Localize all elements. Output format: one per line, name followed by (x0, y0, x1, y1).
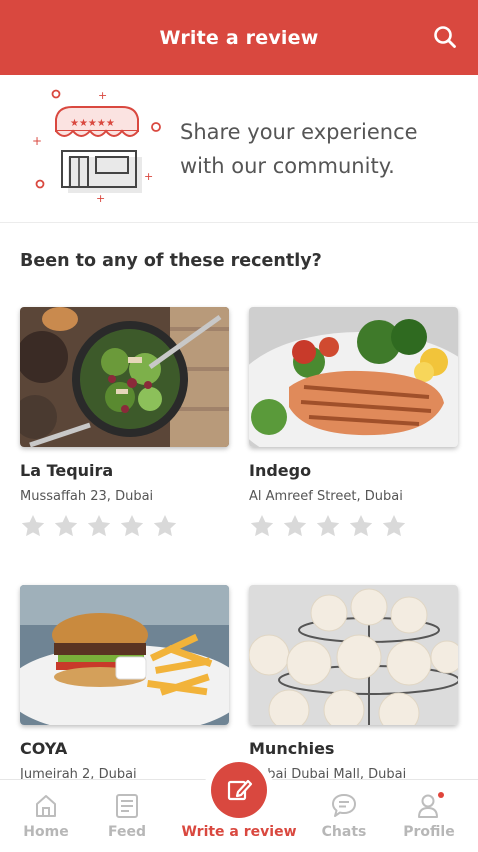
tagline: Share your experience with our community… (180, 115, 460, 183)
svg-text:+: + (32, 134, 42, 148)
star-rating[interactable] (249, 513, 458, 539)
grilled-salmon-photo[interactable] (249, 307, 458, 447)
star-icon[interactable] (152, 513, 178, 539)
search-icon[interactable] (432, 24, 458, 50)
restaurant-address: Al Amreef Street, Dubai (249, 489, 403, 504)
edit-icon (227, 779, 253, 801)
nav-label-feed: Feed (107, 824, 146, 840)
storefront-stars-icon: + + + + ★★★★★ (32, 89, 161, 205)
restaurant-card[interactable]: COYA Jumeirah 2, Dubai (20, 585, 229, 780)
svg-text:+: + (144, 170, 153, 183)
restaurant-card[interactable]: Indego Al Amreef Street, Dubai (249, 307, 458, 539)
star-icon[interactable] (381, 513, 407, 539)
app-bar: Write a review (0, 0, 478, 75)
restaurant-name: Indego (249, 461, 312, 480)
nav-label-chats: Chats (321, 824, 367, 840)
restaurant-name: Munchies (249, 739, 335, 758)
chat-icon (332, 794, 356, 817)
restaurant-name: La Tequira (20, 461, 114, 480)
star-icon[interactable] (119, 513, 145, 539)
star-icon[interactable] (53, 513, 79, 539)
svg-text:+: + (98, 89, 107, 102)
svg-text:+: + (96, 192, 105, 205)
tagline-line-2: with our community. (180, 154, 395, 178)
svg-text:★★★★★: ★★★★★ (70, 118, 115, 129)
nav-label-write-review: Write a review (181, 824, 297, 840)
star-icon[interactable] (282, 513, 308, 539)
burger-fries-photo[interactable] (20, 585, 229, 725)
nav-item-feed[interactable]: Feed (79, 780, 175, 852)
nav-item-profile[interactable]: Profile (381, 780, 477, 852)
page-title: Write a review (159, 26, 319, 49)
restaurant-name: COYA (20, 739, 68, 758)
restaurant-card[interactable]: Munchies Dubai Dubai Mall, Dubai (249, 585, 458, 780)
notification-dot (438, 792, 444, 798)
star-icon[interactable] (348, 513, 374, 539)
star-icon[interactable] (249, 513, 275, 539)
section-title: Been to any of these recently? (20, 251, 322, 271)
star-icon[interactable] (20, 513, 46, 539)
feed-icon (116, 794, 138, 818)
restaurant-address: Mussaffah 23, Dubai (20, 489, 154, 504)
tagline-line-1: Share your experience (180, 120, 418, 144)
salad-bowl-photo[interactable] (20, 307, 229, 447)
star-icon[interactable] (86, 513, 112, 539)
home-icon (36, 795, 56, 817)
write-review-button[interactable] (211, 762, 267, 818)
star-icon[interactable] (315, 513, 341, 539)
star-rating[interactable] (20, 513, 229, 539)
intro-banner: + + + + ★★★★★ Share your experience with… (0, 75, 478, 223)
restaurant-grid: La Tequira Mussaffah 23, Dubai Indego Al… (0, 305, 478, 780)
cupcakes-photo[interactable] (249, 585, 458, 725)
nav-item-chats[interactable]: Chats (296, 780, 392, 852)
restaurant-card[interactable]: La Tequira Mussaffah 23, Dubai (20, 307, 229, 539)
nav-label-profile: Profile (403, 824, 455, 840)
